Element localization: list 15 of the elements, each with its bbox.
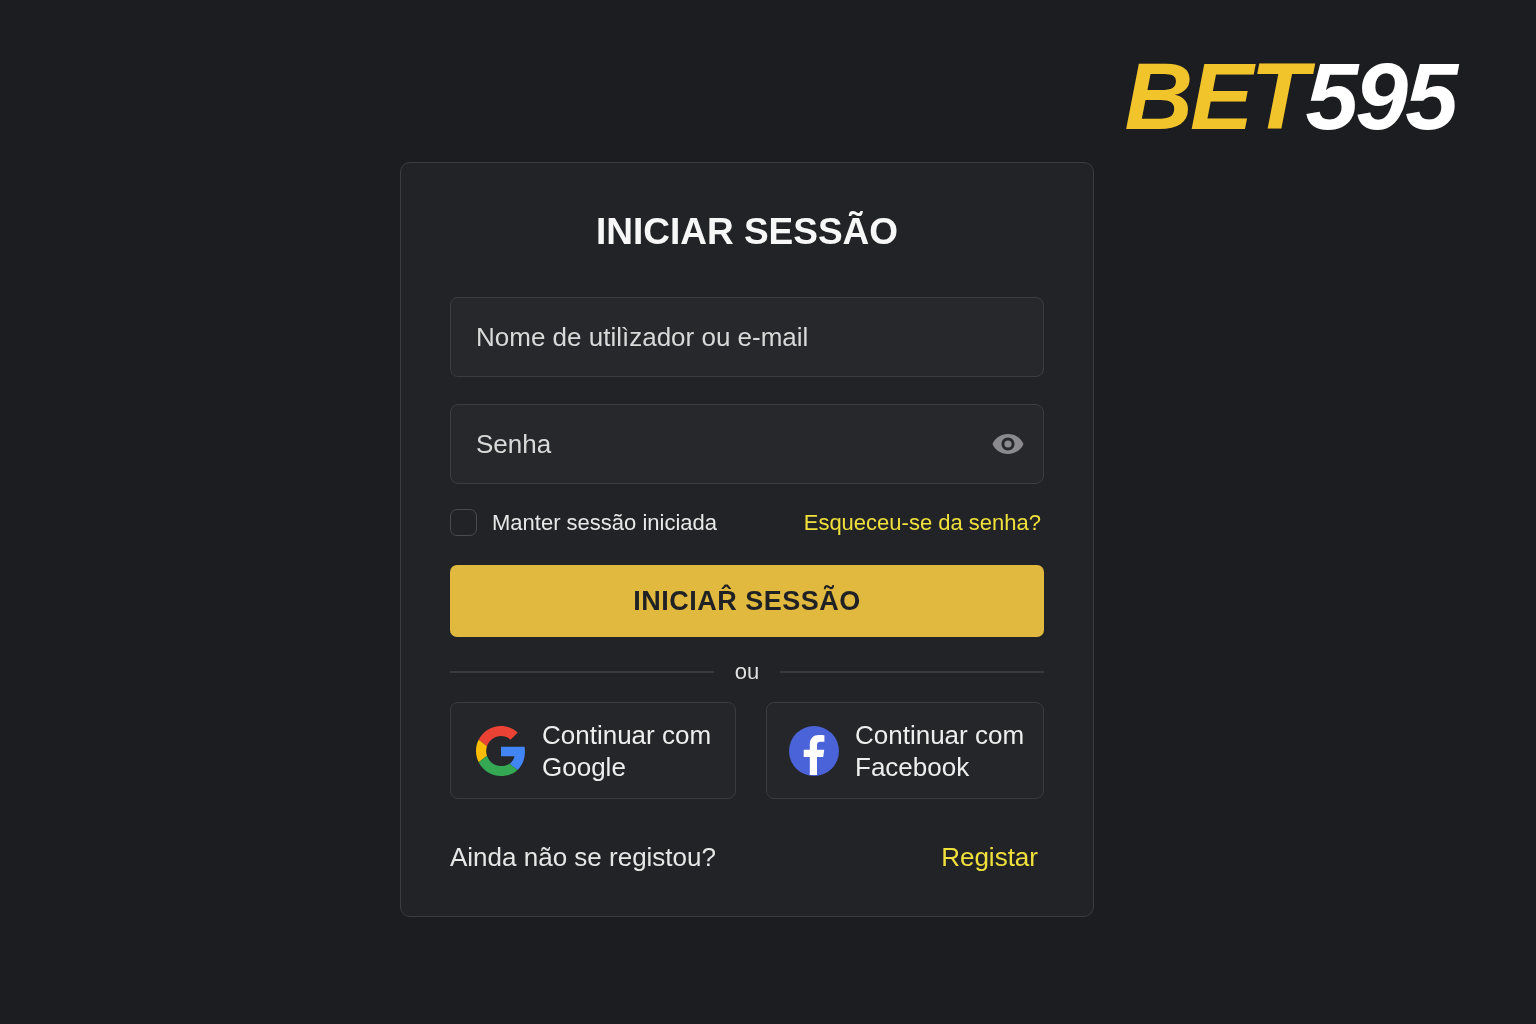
register-link[interactable]: Registar	[941, 837, 1038, 877]
sign-in-button[interactable]: INICIAR̂ SESSÃO	[450, 565, 1044, 637]
g-letter-icon	[476, 725, 526, 776]
checkbox-label: Manter sessão iniciada	[492, 508, 717, 537]
f-letter-icon	[789, 725, 839, 776]
divider-text: ou	[734, 659, 760, 685]
eye-icon[interactable]	[992, 433, 1024, 455]
social-login-button[interactable]: Continuar com Google	[450, 702, 736, 799]
password-field[interactable]: Senha	[450, 404, 1044, 484]
username-field[interactable]: Nome de utilìzador ou e-mail	[450, 297, 1044, 377]
signup-prompt: Ainda não se registou?	[450, 840, 716, 874]
forgot-password-link[interactable]: Esqueceu-se da senha?	[803, 505, 1041, 539]
login-title: INICIAR SESSÃO	[594, 210, 900, 254]
social-login-button[interactable]: Continuar com Facebook	[766, 702, 1044, 799]
checkbox[interactable]	[450, 508, 477, 536]
